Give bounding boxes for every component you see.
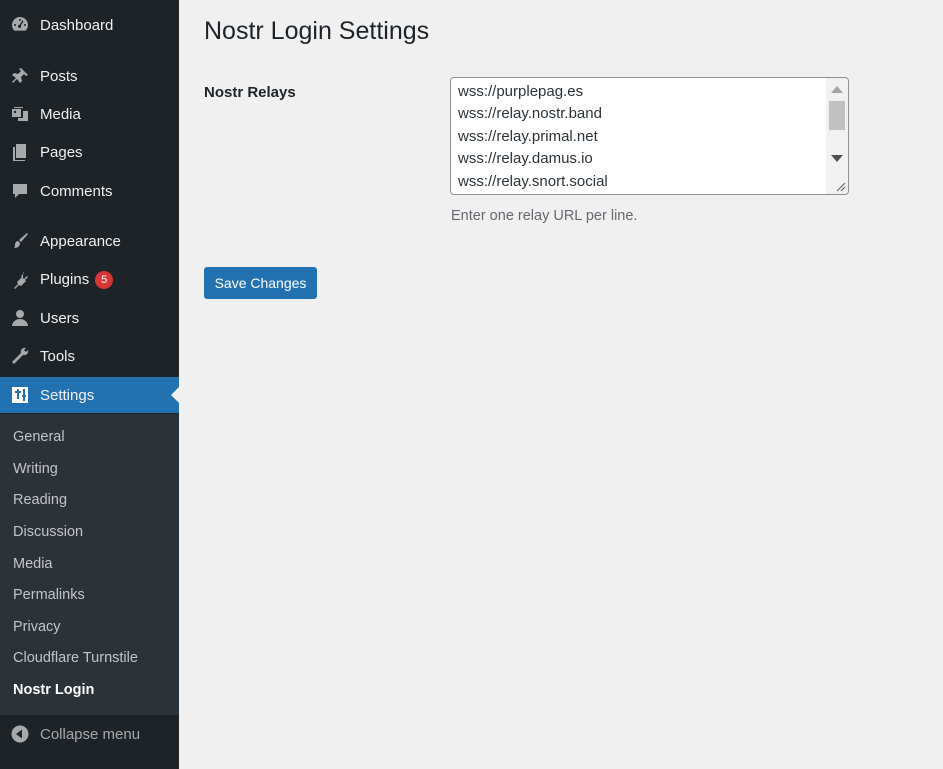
sidebar-item-label: Settings: [40, 386, 95, 404]
sidebar-item-plugins[interactable]: Plugins 5: [0, 262, 179, 298]
relay-line: wss://relay.nostr.band: [458, 105, 602, 122]
sidebar-item-label: Users: [40, 309, 80, 327]
submenu-item-discussion[interactable]: Discussion: [13, 524, 83, 540]
user-icon: [10, 308, 30, 328]
sidebar-item-posts[interactable]: Posts: [0, 58, 179, 94]
sidebar-item-media[interactable]: Media: [0, 96, 179, 132]
wrench-icon: [10, 346, 30, 366]
paintbrush-icon: [10, 231, 30, 251]
sidebar-item-label: Media: [40, 105, 81, 123]
scroll-thumb[interactable]: [829, 101, 845, 130]
sidebar-item-label: Appearance: [40, 232, 121, 250]
submenu-item-permalinks[interactable]: Permalinks: [13, 587, 85, 603]
pin-icon: [10, 66, 30, 86]
sidebar-item-label: Dashboard: [40, 16, 114, 34]
pages-icon: [10, 142, 30, 162]
collapse-menu-label: Collapse menu: [40, 726, 141, 743]
submenu-item-nostr-login[interactable]: Nostr Login: [13, 682, 94, 698]
collapse-arrow-icon: [11, 725, 29, 743]
relay-line: wss://relay.damus.io: [458, 150, 593, 167]
sidebar-item-pages[interactable]: Pages: [0, 134, 179, 170]
sidebar-item-settings[interactable]: Settings: [0, 377, 179, 413]
app-window: Dashboard Posts Media Pages Comments App…: [0, 0, 943, 769]
relay-line: wss://relay.snort.social: [458, 173, 608, 190]
sidebar-item-label: Posts: [40, 67, 78, 85]
sidebar-item-appearance[interactable]: Appearance: [0, 223, 179, 259]
sidebar-item-users[interactable]: Users: [0, 300, 179, 336]
relay-line: wss://purplepag.es: [458, 83, 584, 100]
sidebar-item-tools[interactable]: Tools: [0, 338, 179, 374]
comment-icon: [10, 181, 30, 201]
sidebar-item-label: Comments: [40, 182, 113, 200]
sidebar-item-label: Plugins 5: [40, 271, 114, 290]
submenu-item-privacy[interactable]: Privacy: [13, 619, 61, 635]
sidebar-item-comments[interactable]: Comments: [0, 173, 179, 209]
page-title: Nostr Login Settings: [204, 17, 430, 45]
media-icon: [10, 104, 30, 124]
submenu-item-reading[interactable]: Reading: [13, 492, 67, 508]
plugin-icon: [10, 270, 30, 290]
sidebar-item-label: Tools: [40, 347, 76, 365]
submenu-item-writing[interactable]: Writing: [13, 461, 58, 477]
collapse-menu-button[interactable]: Collapse menu: [0, 716, 179, 752]
scroll-down-arrow-icon[interactable]: [831, 155, 843, 162]
submenu-item-media[interactable]: Media: [13, 556, 53, 572]
submenu-item-cloudflare-turnstile[interactable]: Cloudflare Turnstile: [13, 650, 138, 666]
nostr-relays-textarea[interactable]: wss://purplepag.es wss://relay.nostr.ban…: [450, 77, 849, 195]
sidebar-item-label: Pages: [40, 143, 83, 161]
settings-icon: [10, 385, 30, 405]
resize-grip-icon[interactable]: [834, 180, 846, 192]
scroll-up-arrow-icon[interactable]: [831, 86, 843, 93]
relay-line: wss://relay.primal.net: [458, 128, 598, 145]
save-changes-button[interactable]: Save Changes: [204, 267, 317, 299]
admin-sidebar: Dashboard Posts Media Pages Comments App…: [0, 0, 179, 769]
dashboard-icon: [10, 15, 30, 35]
sidebar-item-dashboard[interactable]: Dashboard: [0, 7, 179, 43]
submenu-item-general[interactable]: General: [13, 429, 65, 445]
relays-description: Enter one relay URL per line.: [451, 208, 638, 224]
nostr-relays-label: Nostr Relays: [204, 84, 296, 101]
plugins-update-badge: 5: [95, 271, 114, 290]
settings-submenu: General Writing Reading Discussion Media…: [0, 414, 179, 715]
textarea-scrollbar[interactable]: [826, 78, 848, 194]
